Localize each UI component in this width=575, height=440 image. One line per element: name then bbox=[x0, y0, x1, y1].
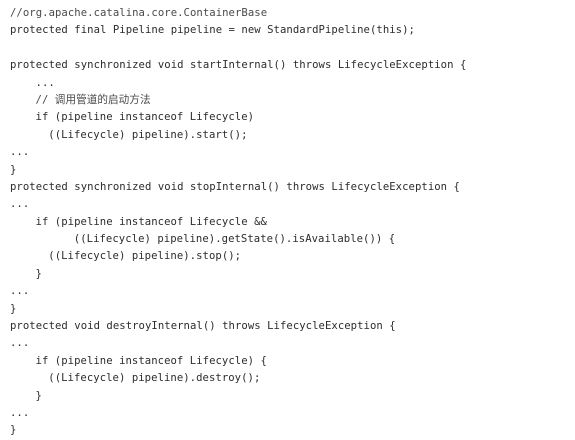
code-line: ... bbox=[10, 198, 30, 211]
code-line: protected final Pipeline pipeline = new … bbox=[10, 24, 415, 37]
code-line: } bbox=[10, 163, 17, 176]
code-line: if (pipeline instanceof Lifecycle) bbox=[35, 111, 255, 124]
code-line: ((Lifecycle) pipeline).getState().isAvai… bbox=[73, 233, 396, 246]
code-line: ... bbox=[10, 146, 30, 159]
code-line: ((Lifecycle) pipeline).start(); bbox=[48, 128, 248, 141]
code-line: protected synchronized void startInterna… bbox=[10, 59, 467, 72]
code-line: if (pipeline instanceof Lifecycle) { bbox=[35, 354, 267, 367]
code-line: // 调用管道的启动方法 bbox=[35, 93, 151, 106]
code-line: } bbox=[10, 424, 17, 437]
code-line: protected void destroyInternal() throws … bbox=[10, 320, 396, 333]
code-line: ... bbox=[35, 76, 55, 89]
code-line: ((Lifecycle) pipeline).destroy(); bbox=[48, 372, 261, 385]
code-line: protected synchronized void stopInternal… bbox=[10, 180, 460, 193]
code-line: ((Lifecycle) pipeline).stop(); bbox=[48, 250, 242, 263]
code-line: } bbox=[10, 302, 17, 315]
code-line: ... bbox=[10, 406, 30, 419]
code-line: ... bbox=[10, 285, 30, 298]
code-line: if (pipeline instanceof Lifecycle && bbox=[35, 215, 267, 228]
code-line: ... bbox=[10, 337, 30, 350]
code-line: } bbox=[35, 267, 42, 280]
code-line: //org.apache.catalina.core.ContainerBase bbox=[10, 7, 268, 19]
code-line: } bbox=[35, 389, 42, 402]
code-listing: //org.apache.catalina.core.ContainerBase… bbox=[0, 0, 575, 436]
